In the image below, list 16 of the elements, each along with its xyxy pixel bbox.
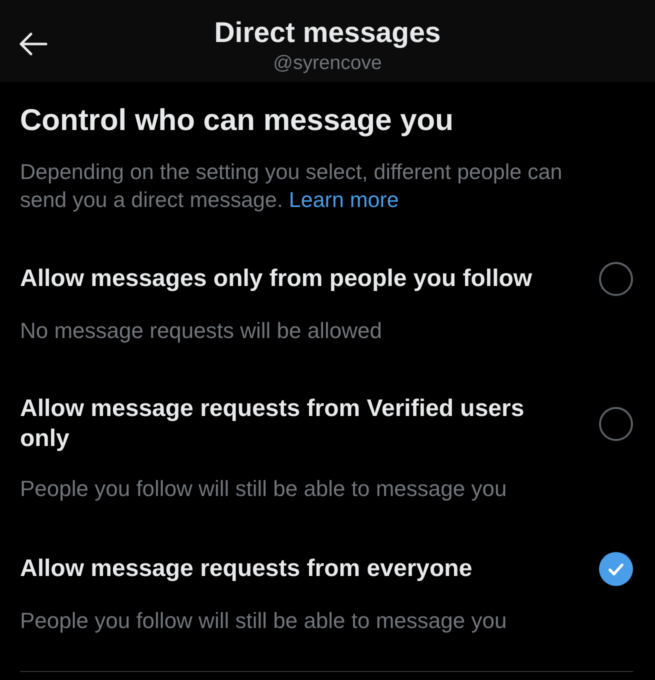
learn-more-link[interactable]: Learn more: [288, 188, 399, 212]
check-icon: [608, 562, 624, 576]
back-arrow-icon: [18, 32, 48, 56]
section-heading: Control who can message you: [20, 104, 454, 138]
option-title: Allow messages only from people you follow: [20, 264, 534, 294]
option-description: People you follow will still be able to message you: [20, 608, 508, 634]
option-title: Allow message requests from everyone: [20, 554, 474, 584]
radio-button[interactable]: [599, 262, 633, 296]
account-handle: @syrencove: [273, 52, 382, 74]
radio-button[interactable]: [599, 407, 633, 441]
option-title: Allow message requests from Verified users only: [20, 394, 526, 454]
page-title: Direct messages: [214, 17, 441, 49]
radio-button[interactable]: [599, 552, 633, 586]
option-description: No message requests will be allowed: [20, 318, 383, 344]
option-description: People you follow will still be able to message you: [20, 476, 508, 502]
section-description: Depending on the setting you select, different people can send you a direct message. Learn more: [20, 159, 564, 214]
